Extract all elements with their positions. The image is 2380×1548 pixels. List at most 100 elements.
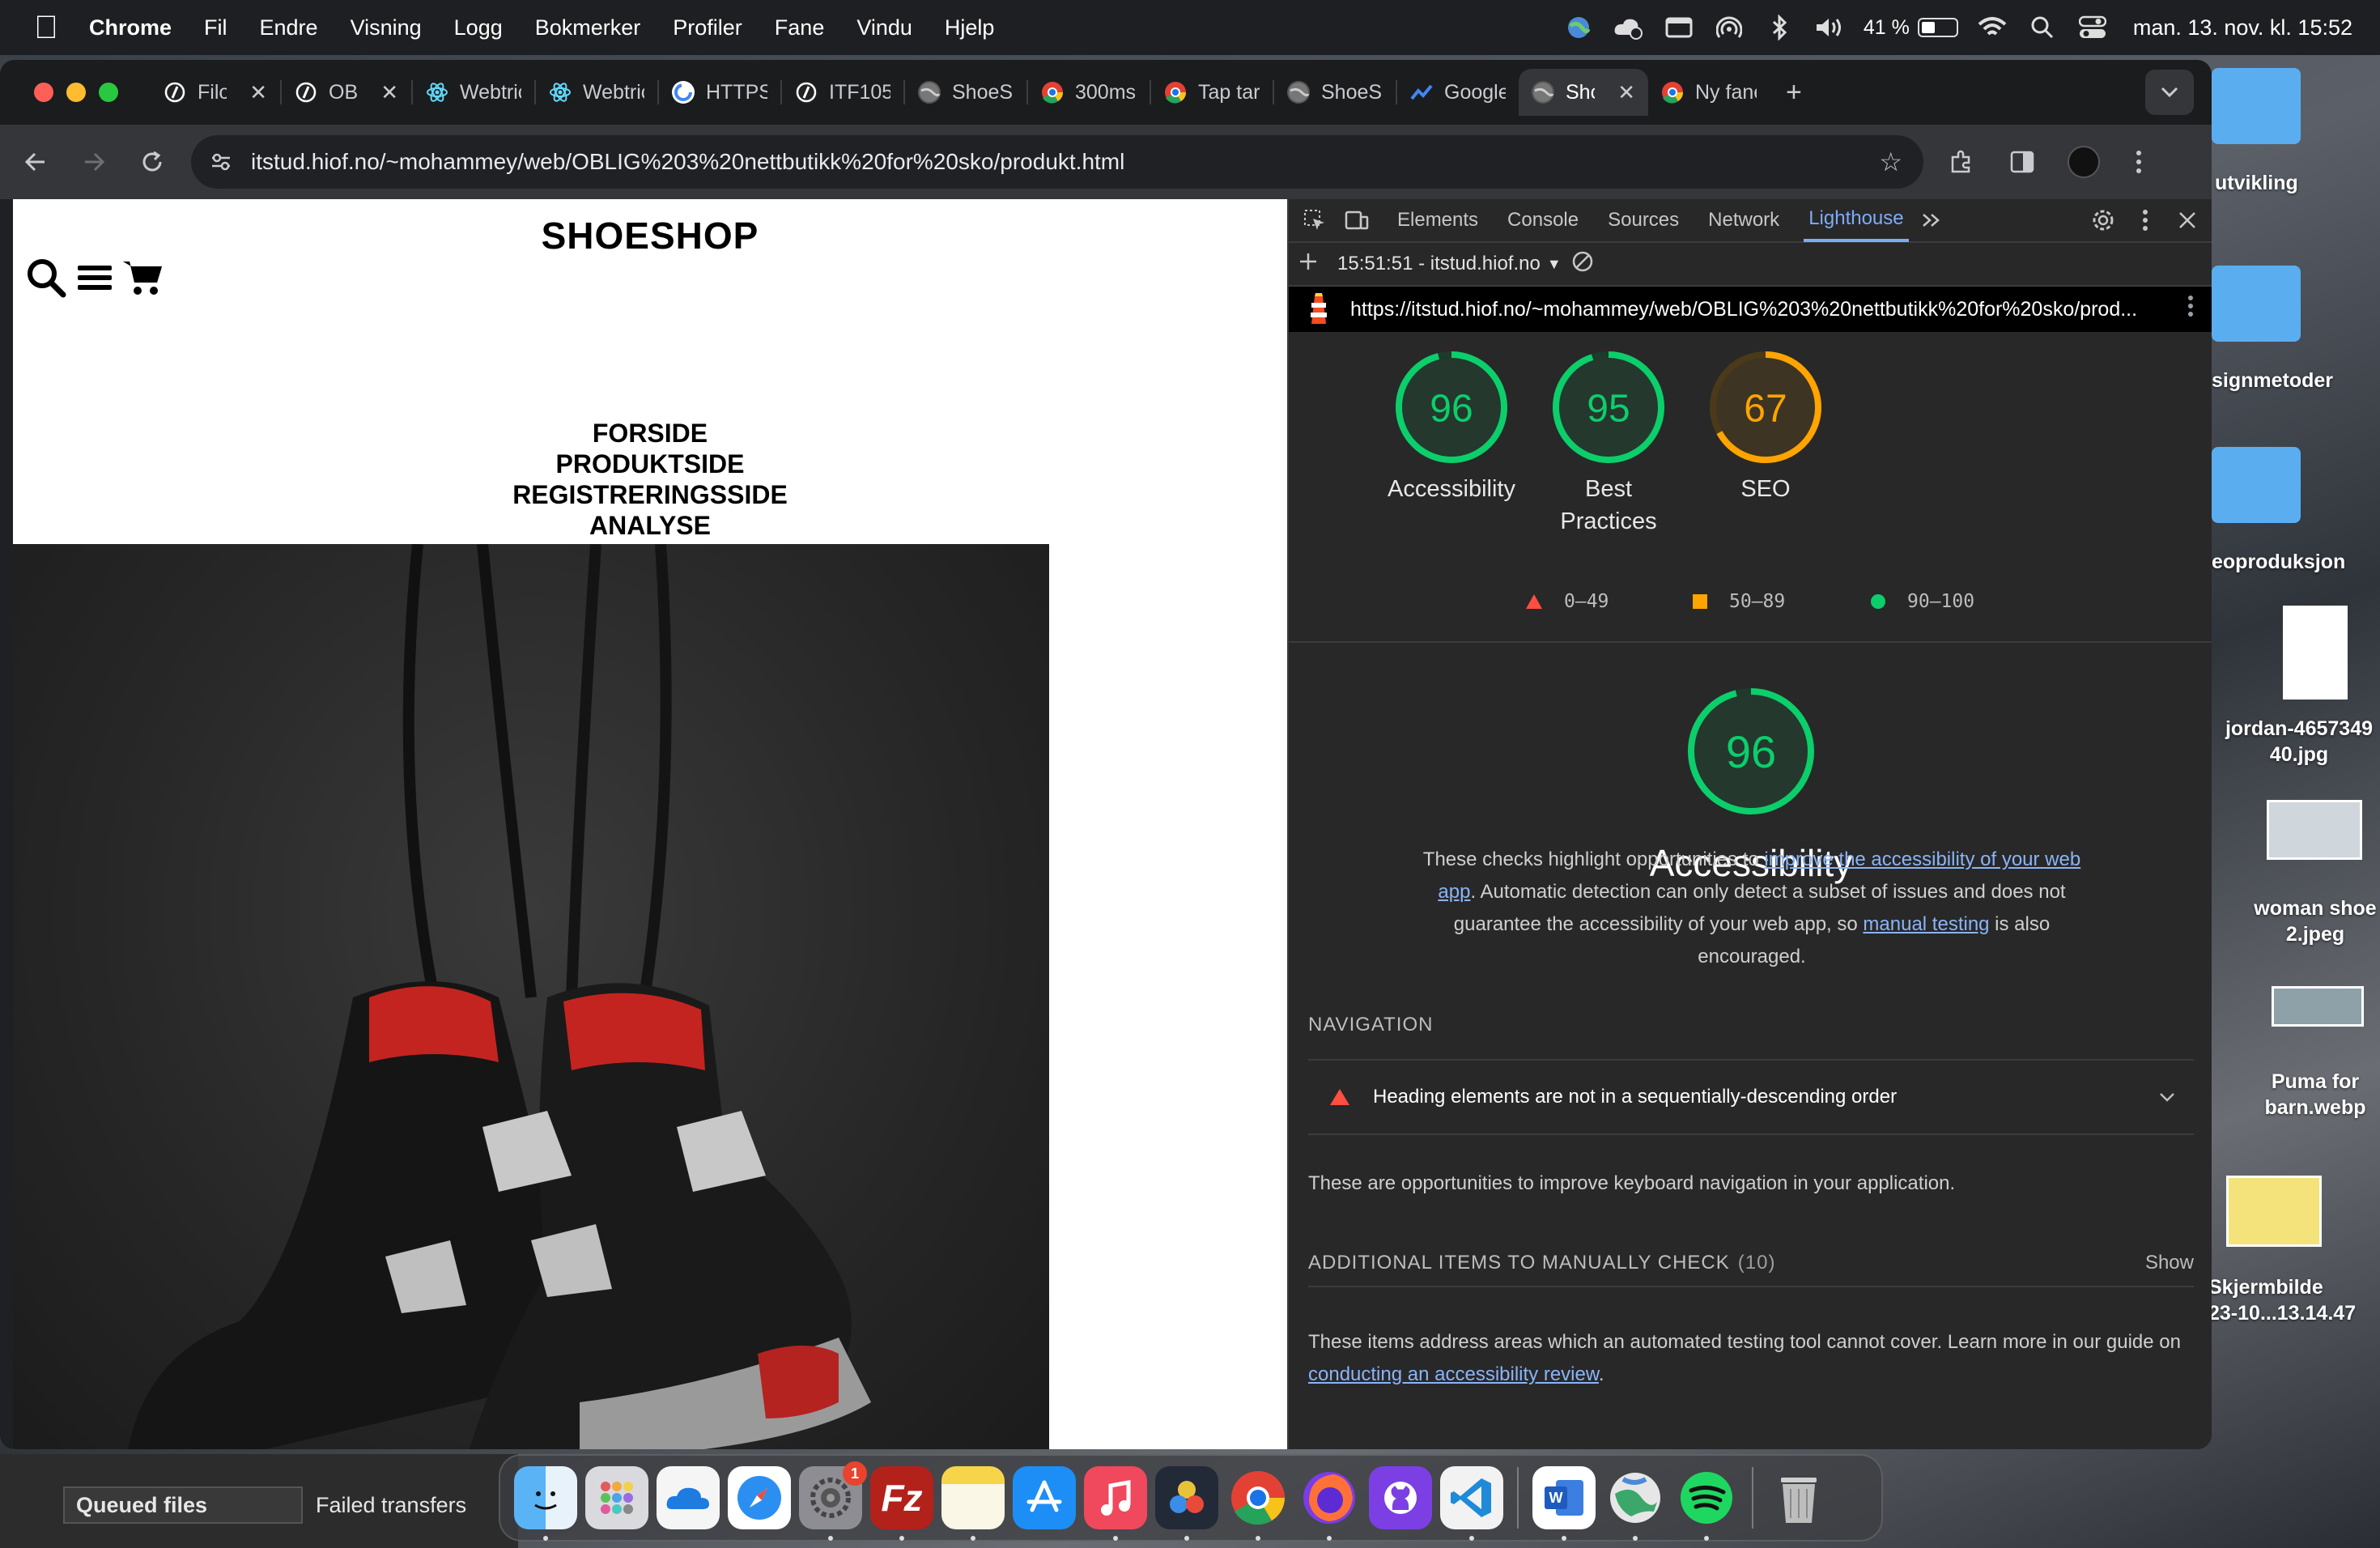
- devtools-settings-icon[interactable]: [2087, 204, 2119, 236]
- menu-item-profiles[interactable]: Profiler: [673, 15, 742, 40]
- forward-button[interactable]: [71, 139, 117, 185]
- wifi-icon[interactable]: [1976, 11, 2008, 44]
- notes-icon[interactable]: [941, 1466, 1005, 1541]
- safari-icon[interactable]: [728, 1466, 791, 1529]
- file-thumbnail[interactable]: [2226, 1176, 2322, 1247]
- desktop-folder-label[interactable]: eoproduksjon: [2212, 549, 2374, 575]
- clear-reports-icon[interactable]: [1571, 250, 1594, 279]
- cloud-status-icon[interactable]: [1613, 11, 1645, 44]
- github-desktop-icon[interactable]: [1369, 1466, 1432, 1529]
- desktop-file-label[interactable]: jordan-4657349 40.jpg: [2218, 716, 2380, 768]
- nav-link-registreringsside[interactable]: REGISTRERINGSSIDE: [13, 479, 1287, 510]
- search-icon[interactable]: [24, 256, 68, 300]
- trash-icon[interactable]: [1767, 1466, 1830, 1529]
- chrome-icon[interactable]: [1226, 1466, 1290, 1541]
- menu-icon[interactable]: [73, 256, 117, 300]
- extensions-icon[interactable]: [1941, 141, 1983, 183]
- devtools-tab-console[interactable]: Console: [1502, 198, 1583, 242]
- site-settings-icon[interactable]: [207, 148, 235, 176]
- system-settings-icon[interactable]: 1: [799, 1461, 867, 1541]
- url-text[interactable]: itstud.hiof.no/~mohammey/web/OBLIG%203%2…: [251, 149, 1124, 175]
- globe-app-icon[interactable]: [1604, 1466, 1667, 1541]
- volume-icon[interactable]: [1813, 11, 1846, 44]
- chevron-down-icon[interactable]: [2158, 1086, 2176, 1108]
- zoom-window-button[interactable]: [99, 83, 118, 102]
- music-icon[interactable]: [1084, 1466, 1147, 1541]
- folder-icon[interactable]: [2212, 266, 2301, 342]
- browser-tab[interactable]: OBI ✕: [282, 69, 411, 116]
- side-panel-icon[interactable]: [2001, 141, 2043, 183]
- inspect-element-icon[interactable]: [1298, 204, 1331, 236]
- menu-item-tab[interactable]: Fane: [775, 15, 825, 40]
- profile-avatar[interactable]: [2068, 146, 2100, 178]
- devtools-tab-sources[interactable]: Sources: [1603, 198, 1684, 242]
- devtools-menu-icon[interactable]: [2129, 204, 2161, 236]
- close-tab-icon[interactable]: ✕: [249, 80, 267, 105]
- lighthouse-report-url[interactable]: https://itstud.hiof.no/~mohammey/web/OBL…: [1350, 298, 2137, 321]
- menu-item-help[interactable]: Hjelp: [945, 15, 995, 40]
- browser-tab[interactable]: Filo ✕: [151, 69, 280, 116]
- browser-tab[interactable]: Tap tar: [1151, 69, 1273, 116]
- devtools-tab-lighthouse[interactable]: Lighthouse: [1804, 198, 1909, 242]
- new-report-icon[interactable]: [1298, 252, 1318, 277]
- score-gauge-accessibility[interactable]: 96 Accessibility: [1375, 351, 1528, 505]
- browser-tab[interactable]: ShoeSh: [1274, 69, 1396, 116]
- devtools-tab-elements[interactable]: Elements: [1392, 198, 1483, 242]
- address-bar[interactable]: itstud.hiof.no/~mohammey/web/OBLIG%203%2…: [191, 135, 1923, 189]
- browser-tab[interactable]: Webtric: [413, 69, 534, 116]
- airdrop-icon[interactable]: [1713, 11, 1745, 44]
- minimize-window-button[interactable]: [66, 83, 86, 102]
- close-window-button[interactable]: [34, 83, 53, 102]
- browser-tab[interactable]: ITF105: [782, 69, 903, 116]
- close-tab-icon[interactable]: ✕: [1617, 80, 1635, 105]
- battery-indicator[interactable]: 41 %: [1864, 16, 1958, 40]
- file-thumbnail[interactable]: [2272, 986, 2364, 1027]
- app-store-icon[interactable]: [1013, 1466, 1076, 1529]
- devtools-tab-network[interactable]: Network: [1703, 198, 1784, 242]
- failed-transfers-tab[interactable]: Failed transfers: [304, 1486, 478, 1524]
- browser-tab[interactable]: Google: [1397, 69, 1519, 116]
- menu-item-view[interactable]: Visning: [351, 15, 422, 40]
- menu-item-bookmarks[interactable]: Bokmerker: [535, 15, 641, 40]
- bookmark-star-icon[interactable]: ☆: [1879, 147, 1902, 177]
- score-gauge-best-practices[interactable]: 95 Best Practices: [1532, 351, 1685, 538]
- browser-tab[interactable]: 300ms: [1028, 69, 1150, 116]
- chrome-menu-icon[interactable]: [2118, 141, 2160, 183]
- folder-icon[interactable]: [2212, 447, 2301, 523]
- browser-tab[interactable]: Webtric: [536, 69, 657, 116]
- show-manual-items-button[interactable]: Show: [2145, 1252, 2194, 1274]
- window-status-icon[interactable]: [1663, 11, 1695, 44]
- file-thumbnail[interactable]: [2283, 606, 2348, 700]
- device-toolbar-icon[interactable]: [1341, 204, 1373, 236]
- folder-icon[interactable]: [2212, 68, 2301, 144]
- devtools-close-icon[interactable]: [2171, 204, 2204, 236]
- menu-item-window[interactable]: Vindu: [856, 15, 912, 40]
- back-button[interactable]: [13, 139, 58, 185]
- davinci-icon[interactable]: [1155, 1466, 1218, 1541]
- filezilla-icon[interactable]: Fz: [870, 1466, 933, 1541]
- bluetooth-icon[interactable]: [1763, 11, 1796, 44]
- apple-icon[interactable]: : [28, 9, 65, 46]
- menu-app-name[interactable]: Chrome: [89, 15, 172, 40]
- desktop-folder-label[interactable]: utvikling: [2215, 170, 2377, 196]
- file-thumbnail[interactable]: [2267, 800, 2362, 860]
- word-icon[interactable]: W: [1532, 1466, 1596, 1541]
- menu-item-file[interactable]: Fil: [204, 15, 227, 40]
- desktop-file-label[interactable]: Puma for barn.webp: [2234, 1069, 2380, 1121]
- more-tabs-icon[interactable]: [1915, 204, 1948, 236]
- nav-link-produktside[interactable]: PRODUKTSIDE: [13, 449, 1287, 479]
- accessibility-review-link[interactable]: conducting an accessibility review: [1308, 1363, 1599, 1385]
- menu-item-history[interactable]: Logg: [454, 15, 503, 40]
- desktop-file-label[interactable]: woman shoe 2.jpeg: [2234, 895, 2380, 947]
- desktop-file-label[interactable]: Skjermbilde 23-10...13.14.47: [2208, 1274, 2370, 1326]
- close-tab-icon[interactable]: ✕: [380, 80, 398, 105]
- vscode-icon[interactable]: [1440, 1466, 1503, 1541]
- browser-tab[interactable]: Shc ✕: [1519, 69, 1648, 116]
- new-tab-button[interactable]: +: [1786, 77, 1802, 108]
- browser-tab[interactable]: Ny fane: [1648, 69, 1770, 116]
- report-more-icon[interactable]: [2187, 295, 2194, 324]
- browser-tab[interactable]: ShoeSh: [905, 69, 1026, 116]
- onedrive-icon[interactable]: [657, 1466, 720, 1529]
- report-selector[interactable]: 15:51:51 - itstud.hiof.no ▼: [1337, 253, 1562, 275]
- nav-link-analyse[interactable]: ANALYSE: [13, 510, 1287, 541]
